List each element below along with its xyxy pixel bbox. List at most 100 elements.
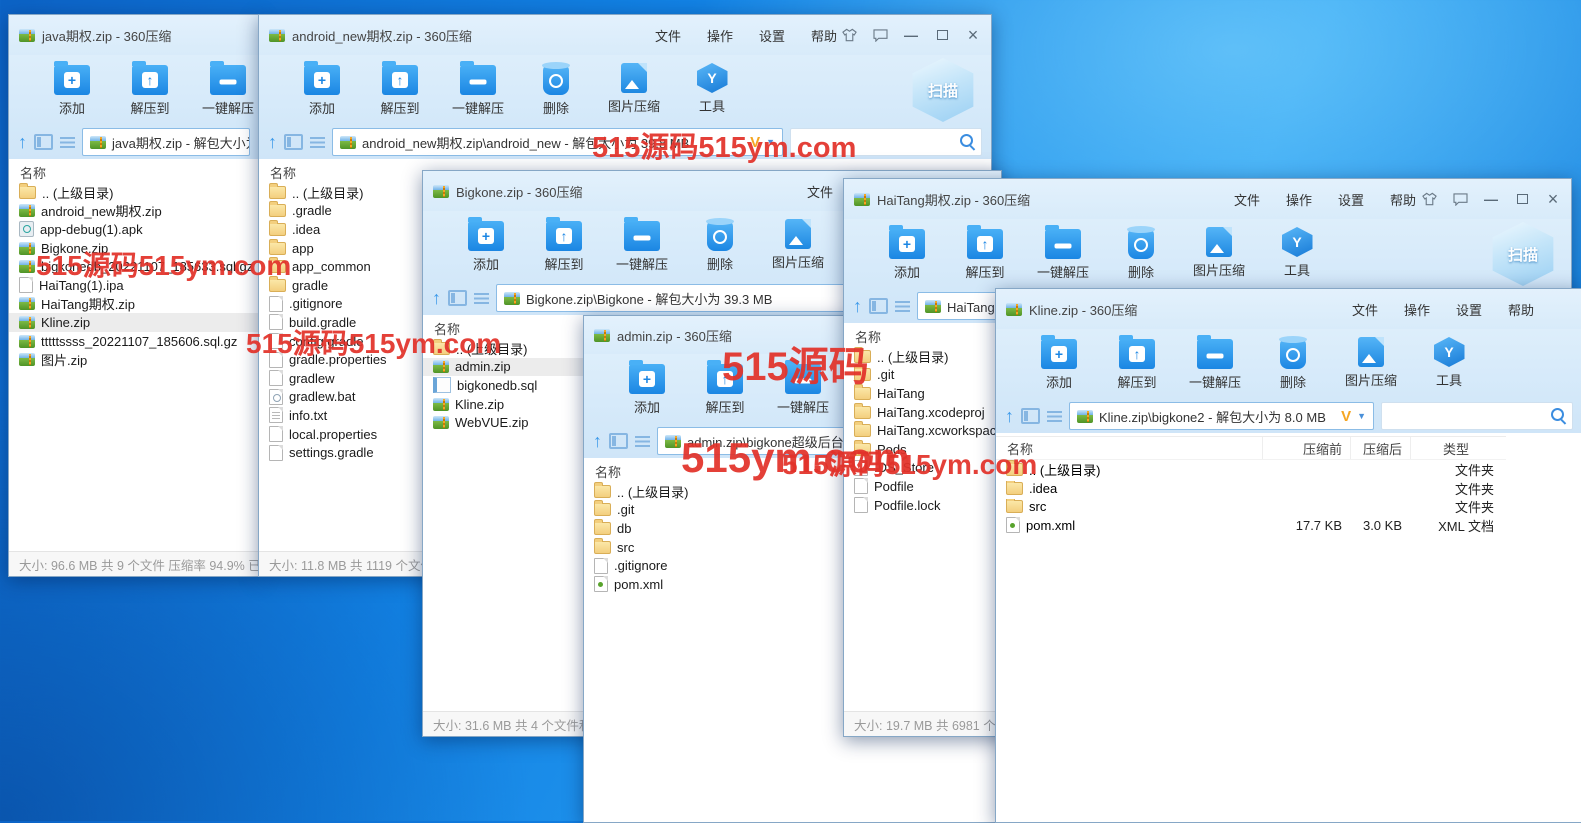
list-view-button[interactable] <box>310 137 325 148</box>
tools-button[interactable]: Y工具 <box>1258 219 1336 279</box>
one-key-extract-button[interactable]: 一键解压 <box>189 55 260 117</box>
file-row[interactable]: android_new期权.zip <box>9 202 259 221</box>
add-button[interactable]: +添加 <box>1020 329 1098 391</box>
chevron-down-icon[interactable]: ▼ <box>1357 411 1366 421</box>
menu-settings[interactable]: 设置 <box>1456 300 1482 319</box>
image-compress-button[interactable]: 图片压缩 <box>1332 329 1410 389</box>
close-button[interactable]: × <box>1545 191 1561 207</box>
address-bar[interactable]: android_new期权.zip\android_new - 解包大小为 39… <box>332 128 783 156</box>
one-key-extract-button[interactable]: 一键解压 <box>764 354 842 416</box>
titlebar[interactable]: java期权.zip - 360压缩 <box>9 15 259 55</box>
list-view-button[interactable] <box>60 137 75 148</box>
search-input[interactable] <box>790 128 982 156</box>
tools-button[interactable]: Y工具 <box>673 55 751 115</box>
delete-button[interactable]: 删除 <box>517 55 595 117</box>
file-row[interactable]: HaiTang(1).ipa <box>9 276 259 295</box>
up-button[interactable]: ↑ <box>268 133 277 151</box>
menu-file[interactable]: 文件 <box>807 182 833 201</box>
one-key-extract-button[interactable]: 一键解压 <box>439 55 517 117</box>
titlebar[interactable]: HaiTang期权.zip - 360压缩 文件 操作 设置 帮助 — × <box>844 179 1571 219</box>
image-compress-button[interactable]: 图片压缩 <box>1180 219 1258 279</box>
column-header-after[interactable]: 压缩后 <box>1350 437 1410 459</box>
thumbnail-view-button[interactable] <box>448 290 467 306</box>
menu-file[interactable]: 文件 <box>1234 190 1260 209</box>
extract-to-button[interactable]: ↑解压到 <box>1098 329 1176 391</box>
minimize-button[interactable]: — <box>1483 191 1499 207</box>
add-button[interactable]: +添加 <box>283 55 361 117</box>
thumbnail-view-button[interactable] <box>869 298 888 314</box>
file-row[interactable]: Bigkone.zip <box>9 239 259 258</box>
column-header-name[interactable]: 名称 <box>996 439 1262 458</box>
list-view-button[interactable] <box>895 301 910 312</box>
list-view-button[interactable] <box>1047 411 1062 422</box>
titlebar[interactable]: Kline.zip - 360压缩 文件 操作 设置 帮助 <box>996 289 1581 329</box>
skin-button[interactable] <box>841 27 857 43</box>
file-row[interactable]: tttttssss_20221107_185606.sql.gz <box>9 332 259 351</box>
thumbnail-view-button[interactable] <box>609 433 628 449</box>
close-button[interactable]: × <box>965 27 981 43</box>
up-button[interactable]: ↑ <box>593 432 602 450</box>
menu-settings[interactable]: 设置 <box>1338 190 1364 209</box>
titlebar[interactable]: android_new期权.zip - 360压缩 文件 操作 设置 帮助 — … <box>259 15 991 55</box>
add-button[interactable]: +添加 <box>608 354 686 416</box>
file-row[interactable]: pom.xml 17.7 KB 3.0 KB XML 文档 <box>996 516 1506 535</box>
column-header-before[interactable]: 压缩前 <box>1262 437 1350 459</box>
delete-button[interactable]: 删除 <box>1102 219 1180 281</box>
address-bar[interactable]: Kline.zip\bigkone2 - 解包大小为 8.0 MB V ▼ <box>1069 402 1374 430</box>
column-header-type[interactable]: 类型 <box>1410 437 1506 459</box>
thumbnail-view-button[interactable] <box>284 134 303 150</box>
minimize-button[interactable]: — <box>903 27 919 43</box>
scan-shield-button[interactable]: 扫描 <box>910 58 976 122</box>
up-button[interactable]: ↑ <box>853 297 862 315</box>
vip-badge[interactable]: V <box>1341 408 1351 425</box>
maximize-button[interactable] <box>1514 191 1530 207</box>
menu-help[interactable]: 帮助 <box>1508 300 1534 319</box>
file-row[interactable]: 图片.zip <box>9 350 259 369</box>
menu-file[interactable]: 文件 <box>655 26 681 45</box>
maximize-button[interactable] <box>934 27 950 43</box>
menu-help[interactable]: 帮助 <box>811 26 837 45</box>
menu-help[interactable]: 帮助 <box>1390 190 1416 209</box>
one-key-extract-button[interactable]: 一键解压 <box>1176 329 1254 391</box>
one-key-extract-button[interactable]: 一键解压 <box>603 211 681 273</box>
extract-to-button[interactable]: ↑解压到 <box>361 55 439 117</box>
thumbnail-view-button[interactable] <box>1021 408 1040 424</box>
file-row[interactable]: bigkonedb_20221107_185633.sql.gz <box>9 257 259 276</box>
image-compress-button[interactable]: 图片压缩 <box>595 55 673 115</box>
file-row-selected[interactable]: Kline.zip <box>9 313 259 332</box>
menu-actions[interactable]: 操作 <box>1404 300 1430 319</box>
column-header-name[interactable]: 名称 <box>9 162 259 183</box>
add-button[interactable]: +添加 <box>447 211 525 273</box>
extract-to-button[interactable]: ↑解压到 <box>111 55 189 117</box>
add-button[interactable]: +添加 <box>33 55 111 117</box>
menu-actions[interactable]: 操作 <box>707 26 733 45</box>
menu-settings[interactable]: 设置 <box>759 26 785 45</box>
menu-file[interactable]: 文件 <box>1352 300 1378 319</box>
up-button[interactable]: ↑ <box>1005 407 1014 425</box>
file-row[interactable]: .idea 文件夹 <box>996 479 1506 498</box>
up-button[interactable]: ↑ <box>18 133 27 151</box>
add-button[interactable]: +添加 <box>868 219 946 281</box>
file-row[interactable]: HaiTang期权.zip <box>9 295 259 314</box>
image-compress-button[interactable]: 图片压缩 <box>759 211 837 271</box>
file-row[interactable]: app-debug(1).apk <box>9 220 259 239</box>
list-view-button[interactable] <box>635 436 650 447</box>
delete-button[interactable]: 删除 <box>681 211 759 273</box>
file-row[interactable]: .. (上级目录) <box>9 183 259 202</box>
thumbnail-view-button[interactable] <box>34 134 53 150</box>
address-bar[interactable]: java期权.zip - 解包大小为 <box>82 128 250 156</box>
search-input[interactable] <box>1381 402 1573 430</box>
skin-button[interactable] <box>1421 191 1437 207</box>
one-key-extract-button[interactable]: 一键解压 <box>1024 219 1102 281</box>
tools-button[interactable]: Y工具 <box>1410 329 1488 389</box>
vip-badge[interactable]: V <box>750 134 760 151</box>
menu-actions[interactable]: 操作 <box>1286 190 1312 209</box>
file-row[interactable]: src 文件夹 <box>996 497 1506 516</box>
up-button[interactable]: ↑ <box>432 289 441 307</box>
delete-button[interactable]: 删除 <box>1254 329 1332 391</box>
extract-to-button[interactable]: ↑解压到 <box>946 219 1024 281</box>
extract-to-button[interactable]: ↑解压到 <box>525 211 603 273</box>
scan-shield-button[interactable]: 扫描 <box>1490 222 1556 286</box>
chevron-down-icon[interactable]: ▼ <box>766 137 775 147</box>
feedback-button[interactable] <box>1452 191 1468 207</box>
